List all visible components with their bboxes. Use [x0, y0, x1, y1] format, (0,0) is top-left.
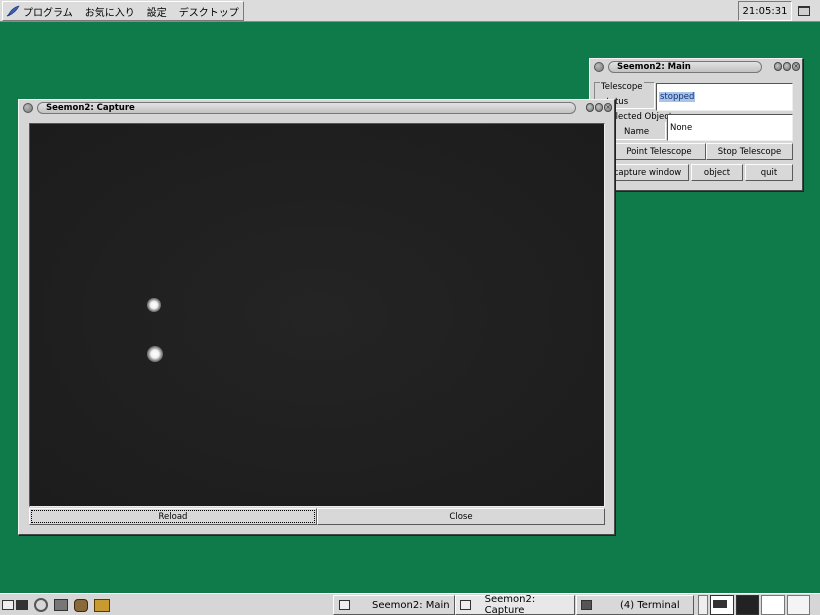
pager — [698, 595, 810, 615]
sky-background — [30, 124, 604, 506]
pager-workspace[interactable] — [735, 595, 759, 615]
task-label: Seemon2: Capture — [484, 594, 536, 615]
pager-workspace[interactable] — [710, 595, 734, 615]
launcher-area — [2, 596, 110, 614]
capture-window-titlebar[interactable]: Seemon2: Capture × — [21, 102, 612, 115]
minimize-icon[interactable] — [586, 103, 594, 112]
settings-launcher-icon[interactable] — [54, 599, 68, 611]
task-label: Seemon2: Main — [372, 599, 450, 611]
maximize-icon[interactable] — [783, 62, 791, 71]
bottom-panel: Seemon2: Main Seemon2: Capture (4) Termi… — [0, 593, 820, 615]
desktop-switch-icon[interactable] — [2, 600, 14, 610]
star-spot — [147, 346, 163, 362]
main-window: Seemon2: Main × Telescope status stopped… — [589, 58, 803, 191]
main-menu-bar: プログラム お気に入り 設定 デスクトップ — [2, 1, 244, 21]
object-name-field[interactable]: None — [667, 114, 793, 141]
terminal-icon — [581, 600, 592, 610]
menu-favorites[interactable]: お気に入り — [85, 4, 135, 19]
capture-window: Seemon2: Capture × Reload Close — [18, 99, 615, 535]
task-button[interactable]: Seemon2: Main — [333, 595, 455, 615]
name-label: Name — [624, 127, 650, 137]
window-menu-icon[interactable] — [23, 103, 33, 113]
close-icon[interactable]: × — [792, 62, 800, 71]
window-icon — [798, 6, 810, 16]
show-desktop-button[interactable] — [794, 3, 814, 19]
main-window-titlebar[interactable]: Seemon2: Main × — [592, 61, 800, 74]
mail-launcher-icon[interactable] — [74, 598, 88, 612]
telescope-legend: Telescope — [600, 82, 644, 92]
close-button[interactable]: Close — [317, 508, 605, 525]
window-menu-icon[interactable] — [594, 62, 604, 72]
task-label: (4) Terminal — [620, 599, 680, 611]
help-launcher-icon[interactable] — [34, 598, 48, 612]
star-spot — [147, 298, 161, 312]
gnome-foot-icon — [6, 5, 20, 17]
task-button[interactable]: Seemon2: Capture — [455, 594, 575, 615]
capture-image — [29, 123, 605, 507]
capture-window-title: Seemon2: Capture — [37, 102, 576, 114]
pager-workspace[interactable] — [786, 595, 810, 615]
task-button[interactable]: (4) Terminal — [576, 595, 694, 615]
main-window-title: Seemon2: Main — [608, 61, 762, 73]
point-telescope-button[interactable]: Point Telescope — [612, 143, 706, 160]
reload-button[interactable]: Reload — [29, 508, 317, 525]
window-icon — [339, 600, 350, 610]
menu-programs-label: プログラム — [23, 7, 73, 19]
maximize-icon[interactable] — [595, 103, 603, 112]
quit-button[interactable]: quit — [745, 164, 793, 181]
close-icon[interactable]: × — [604, 103, 612, 112]
menu-programs[interactable]: プログラム — [6, 4, 73, 19]
terminal-launcher-icon[interactable] — [16, 600, 28, 610]
object-name-value: None — [670, 122, 693, 133]
status-value: stopped — [659, 92, 696, 102]
status-field[interactable]: stopped — [656, 83, 793, 111]
window-icon — [460, 600, 471, 610]
object-button[interactable]: object — [691, 164, 743, 181]
capture-window-button[interactable]: capture window — [606, 164, 689, 181]
capture-button-row: Reload Close — [29, 508, 605, 525]
browser-launcher-icon[interactable] — [94, 598, 110, 612]
clock[interactable]: 21:05:31 — [738, 1, 792, 21]
stop-telescope-button[interactable]: Stop Telescope — [706, 143, 793, 160]
menu-desktop[interactable]: デスクトップ — [179, 4, 239, 19]
minimize-icon[interactable] — [774, 62, 782, 71]
pager-workspace[interactable] — [698, 595, 708, 615]
pager-workspace[interactable] — [761, 595, 785, 615]
menu-settings[interactable]: 設定 — [147, 4, 167, 19]
top-panel: プログラム お気に入り 設定 デスクトップ 21:05:31 — [0, 0, 820, 22]
